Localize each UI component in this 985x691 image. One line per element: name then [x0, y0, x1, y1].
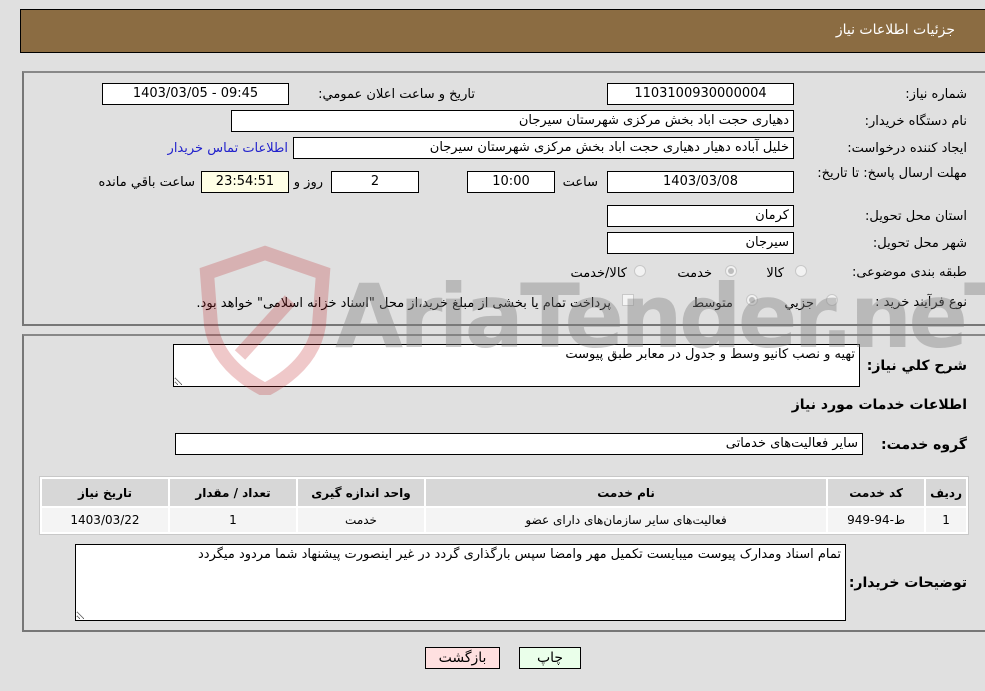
city-field[interactable]: سیرجان — [607, 232, 794, 254]
table-row: 1 ط-94-949 فعالیت‌های سایر سازمان‌های دا… — [42, 508, 966, 532]
col-service-code: کد خدمت — [828, 479, 925, 506]
process-option-medium: متوسط — [692, 296, 733, 311]
cell-need-date: 1403/03/22 — [42, 508, 168, 532]
treasury-checkbox[interactable] — [622, 294, 634, 306]
cell-unit: خدمت — [298, 508, 424, 532]
col-unit: واحد اندازه گیری — [298, 479, 424, 506]
buyer-contact-link[interactable]: اطلاعات تماس خریدار — [168, 141, 288, 156]
service-group-field[interactable]: سایر فعالیت‌های خدماتی — [175, 433, 863, 455]
process-option-minor: جزیي — [784, 296, 814, 311]
remaining-time-label: ساعت باقي مانده — [98, 175, 195, 190]
col-service-name: نام خدمت — [426, 479, 827, 506]
deadline-days-label: روز و — [293, 175, 323, 190]
page-title: جزئیات اطلاعات نیاز — [835, 22, 955, 38]
treasury-checkbox-label: پرداخت تمام یا بخشی از مبلغ خرید،از محل … — [196, 296, 611, 311]
announce-datetime-label: تاریخ و ساعت اعلان عمومي: — [318, 87, 475, 102]
services-table: ردیف کد خدمت نام خدمت واحد اندازه گیری ت… — [39, 476, 969, 535]
remaining-time-field: 23:54:51 — [201, 171, 289, 193]
col-need-date: تاریخ نیاز — [42, 479, 168, 506]
page-header: جزئیات اطلاعات نیاز — [20, 9, 985, 53]
description-label: شرح کلي نیاز: — [866, 358, 967, 374]
cell-service-code: ط-94-949 — [828, 508, 925, 532]
category-option-service: خدمت — [677, 266, 712, 281]
description-textarea[interactable]: تهیه و نصب کانیو وسط و جدول در معابر طبق… — [173, 344, 860, 387]
deadline-time-field[interactable]: 10:00 — [467, 171, 555, 193]
cell-row-number: 1 — [926, 508, 966, 532]
services-table-wrap: ردیف کد خدمت نام خدمت واحد اندازه گیری ت… — [39, 476, 969, 535]
province-label: استان محل تحویل: — [865, 209, 967, 224]
category-radio-goods-service[interactable] — [634, 265, 646, 277]
table-header-row: ردیف کد خدمت نام خدمت واحد اندازه گیری ت… — [42, 479, 966, 506]
deadline-days-field[interactable]: 2 — [331, 171, 419, 193]
category-option-goods-service: کالا/خدمت — [570, 266, 627, 281]
cell-service-name: فعالیت‌های سایر سازمان‌های دارای عضو — [426, 508, 827, 532]
category-label: طبقه بندی موضوعی: — [851, 265, 967, 280]
services-section-title: اطلاعات خدمات مورد نیاز — [791, 397, 967, 413]
category-option-goods: کالا — [766, 266, 784, 281]
col-quantity: تعداد / مقدار — [170, 479, 296, 506]
back-button[interactable]: بازگشت — [425, 647, 500, 669]
print-button[interactable]: چاپ — [519, 647, 581, 669]
deadline-label: مهلت ارسال پاسخ: تا تاریخ: — [817, 166, 967, 181]
need-number-field[interactable]: 1103100930000004 — [607, 83, 794, 105]
service-group-label: گروه خدمت: — [881, 437, 967, 453]
buyer-org-field[interactable]: دهیاری حجت اباد بخش مرکزی شهرستان سیرجان — [231, 110, 794, 132]
requester-field[interactable]: خلیل آباده دهیار دهیاری حجت اباد بخش مرک… — [293, 137, 794, 159]
col-row-number: ردیف — [926, 479, 966, 506]
buyer-notes-label: توضیحات خریدار: — [848, 575, 967, 591]
buyer-org-label: نام دستگاه خریدار: — [864, 114, 967, 129]
deadline-date-field[interactable]: 1403/03/08 — [607, 171, 794, 193]
requester-label: ایجاد کننده درخواست: — [847, 141, 967, 156]
category-radio-goods[interactable] — [795, 265, 807, 277]
cell-quantity: 1 — [170, 508, 296, 532]
need-number-label: شماره نیاز: — [905, 87, 967, 102]
deadline-time-label: ساعت — [562, 175, 598, 190]
buyer-notes-textarea[interactable]: تمام اسناد ومدارک پیوست میبایست تکمیل مه… — [75, 544, 846, 621]
category-radio-service[interactable] — [725, 265, 737, 277]
purchase-process-label: نوع فرآیند خرید : — [875, 295, 967, 310]
process-radio-medium[interactable] — [746, 294, 758, 306]
province-field[interactable]: کرمان — [607, 205, 794, 227]
city-label: شهر محل تحویل: — [872, 236, 967, 251]
process-radio-minor[interactable] — [826, 294, 838, 306]
announce-datetime-field[interactable]: 1403/03/05 - 09:45 — [102, 83, 289, 105]
